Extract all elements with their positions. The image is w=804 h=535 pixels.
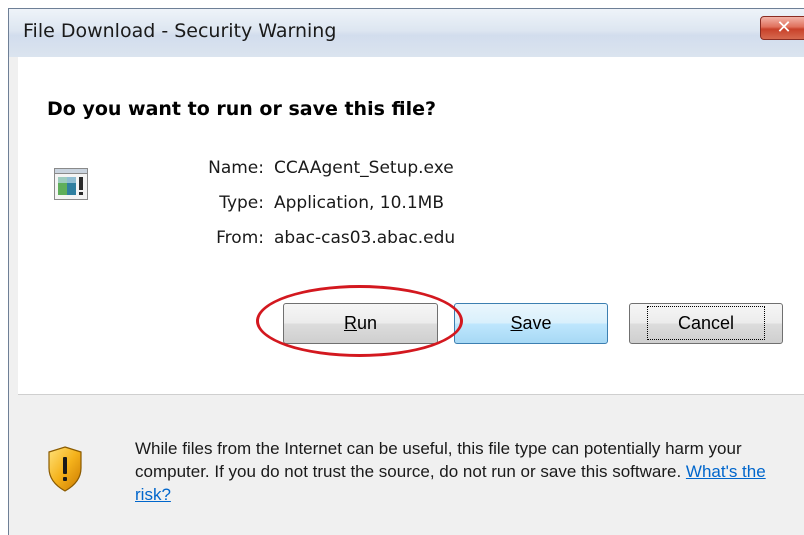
run-label: un [356, 313, 378, 333]
file-download-dialog: File Download - Security Warning ✕ Do yo… [8, 8, 804, 535]
cancel-label: Cancel [646, 306, 766, 340]
save-label: ave [522, 313, 552, 333]
file-type-label: Type: [219, 193, 264, 213]
save-mnemonic: S [510, 313, 523, 333]
warning-message: While files from the Internet can be use… [135, 439, 742, 481]
security-shield-icon [48, 446, 82, 492]
file-type-value: Application, 10.1MB [274, 193, 444, 213]
dialog-body: Do you want to run or save this file? Na… [18, 57, 804, 535]
run-button[interactable]: Run [283, 303, 438, 344]
run-mnemonic: R [343, 313, 357, 333]
window-title: File Download - Security Warning [23, 20, 337, 42]
warning-footer: While files from the Internet can be use… [18, 395, 804, 535]
file-name-label: Name: [208, 158, 264, 178]
warning-text: While files from the Internet can be use… [135, 437, 795, 506]
title-bar[interactable]: File Download - Security Warning ✕ [9, 9, 804, 57]
application-file-icon [54, 168, 88, 200]
file-from-value: abac-cas03.abac.edu [274, 228, 456, 248]
close-icon: ✕ [776, 17, 792, 37]
file-name-value: CCAAgent_Setup.exe [274, 158, 454, 178]
close-button[interactable]: ✕ [760, 16, 804, 40]
dialog-question: Do you want to run or save this file? [47, 98, 437, 120]
file-from-label: From: [216, 228, 264, 248]
save-button[interactable]: Save [454, 303, 608, 344]
cancel-button[interactable]: Cancel [629, 303, 783, 344]
